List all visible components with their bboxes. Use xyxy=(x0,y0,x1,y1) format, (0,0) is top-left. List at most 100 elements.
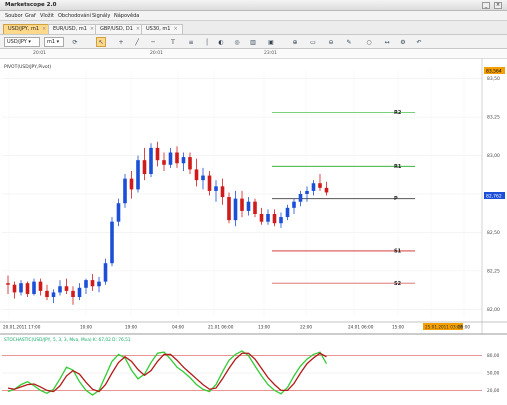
x-tick-label: 24.01 06:00 xyxy=(348,325,374,330)
chart-type-icon[interactable]: ▥ xyxy=(248,37,258,47)
pivot-label: R2 xyxy=(394,110,402,116)
x-tick-label: 22:00 xyxy=(300,325,312,330)
tab-eurusd[interactable]: EUR/USD, m1 × xyxy=(48,24,100,34)
y-tick-label: 83,50 xyxy=(487,76,500,82)
candle-body xyxy=(64,286,69,291)
timeframe-value: m1 xyxy=(47,39,56,45)
candle-body xyxy=(292,201,296,208)
candle-body xyxy=(116,203,121,222)
symbol-select[interactable]: USD/JPY ▾ xyxy=(4,37,40,47)
candle-body xyxy=(32,281,36,294)
tab-usdjpy[interactable]: USD/JPY, m1 × xyxy=(3,24,52,34)
x-tick-label: 21.01 06:00 xyxy=(208,325,234,330)
candle-body xyxy=(149,147,153,175)
oscillator-title: STOCHASTIC(USD/JPY, 5, 3, 3, Mva, Mva) K… xyxy=(4,337,131,343)
globe-icon[interactable]: ◎ xyxy=(232,37,242,47)
candle-body xyxy=(194,169,199,181)
arrows-icon[interactable]: ↔ xyxy=(382,37,392,47)
stoch-tick-label: 50,00 xyxy=(487,371,500,377)
x-tick-label: 13:00 xyxy=(258,325,270,330)
candle-body xyxy=(142,160,147,175)
zoom-in-icon[interactable]: ⊕ xyxy=(290,37,300,47)
x-tick-label: 04:00 xyxy=(172,325,184,330)
candle-body xyxy=(51,292,56,298)
hline-icon[interactable]: ─ xyxy=(148,37,158,47)
tab-gbpusd[interactable]: GBP/USD, D1 × xyxy=(95,24,146,34)
candle-body xyxy=(45,290,49,298)
tab-label: US30, m1 xyxy=(146,26,171,32)
tab-us30[interactable]: US30, m1 × xyxy=(141,24,183,34)
settings-icon[interactable]: ⚙ xyxy=(398,37,408,47)
x-tick-label: 19:00 xyxy=(125,325,137,330)
close-tab-icon[interactable]: × xyxy=(90,26,94,32)
zoom-out-icon[interactable]: ⊖ xyxy=(326,37,336,47)
tab-label: GBP/USD, D1 xyxy=(100,26,133,32)
menu-item-obchodovani[interactable]: Obchodování xyxy=(58,13,91,19)
pivot-label: S2 xyxy=(394,281,402,287)
trendline-icon[interactable]: ╱ xyxy=(132,37,142,47)
current-price-label: 82,762 xyxy=(486,194,502,200)
x-tick-label: 20.01.2011 17:00 xyxy=(3,325,41,330)
marketscope-window: Marketscope 2.0 _ × Soubor Graf Vložit O… xyxy=(0,0,507,405)
close-tab-icon[interactable]: × xyxy=(136,26,140,32)
candle-body xyxy=(285,207,290,218)
candle-body xyxy=(311,183,316,191)
candle-body xyxy=(188,157,192,170)
close-tab-icon[interactable]: × xyxy=(42,26,46,32)
candle-body xyxy=(305,190,309,194)
app-title: Marketscope 2.0 xyxy=(5,2,57,8)
candle-body xyxy=(201,175,205,181)
candle-body xyxy=(129,178,134,190)
candle-body xyxy=(77,287,82,298)
close-icon[interactable]: × xyxy=(494,2,502,9)
image-icon[interactable]: ▣ xyxy=(266,37,276,47)
candle-body xyxy=(19,283,23,293)
menu-item-soubor[interactable]: Soubor xyxy=(5,13,23,19)
x-tick-label: 10:00 xyxy=(80,325,92,330)
stoch-tick-label: 20,00 xyxy=(487,388,500,394)
vline-icon[interactable]: │ xyxy=(202,37,212,47)
menu-item-napoveda[interactable]: Nápověda xyxy=(114,13,139,19)
minimize-icon[interactable]: _ xyxy=(482,2,490,9)
candle-body xyxy=(155,147,160,161)
candle-body xyxy=(246,201,251,211)
candle-body xyxy=(38,281,43,291)
candle-body xyxy=(71,290,75,298)
refresh-icon[interactable]: ⟳ xyxy=(70,37,80,47)
candle-body xyxy=(12,284,17,293)
indicator-icon[interactable]: ▭ xyxy=(308,37,318,47)
menu-item-graf[interactable]: Graf xyxy=(25,13,36,19)
menu-item-vlozit[interactable]: Vložit xyxy=(40,13,54,19)
y-tick-label: 83,25 xyxy=(487,115,500,121)
time-ruler: 20:01 20:01 23:01 xyxy=(0,49,507,59)
cursor-icon[interactable]: ↖ xyxy=(96,37,106,47)
x-tick-label: 09:00 xyxy=(458,325,470,330)
timeframe-select[interactable]: m1 ▾ xyxy=(44,37,64,47)
crosshair-icon[interactable]: + xyxy=(116,37,126,47)
shape-icon[interactable]: ○ xyxy=(364,37,374,47)
y-tick-label: 82,25 xyxy=(487,268,500,274)
candle-body xyxy=(6,283,10,285)
candle-body xyxy=(181,157,186,164)
close-tab-icon[interactable]: × xyxy=(173,26,177,32)
candle-body xyxy=(240,198,244,211)
chart-tabs: USD/JPY, m1 × EUR/USD, m1 × GBP/USD, D1 × U… xyxy=(0,21,507,35)
candle-body xyxy=(279,217,283,224)
tab-label: USD/JPY, m1 xyxy=(8,26,40,32)
candle-body xyxy=(233,198,238,221)
menu-item-signaly[interactable]: Signály xyxy=(92,13,110,19)
candle-body xyxy=(220,186,225,198)
ruler-label: 20:01 xyxy=(150,51,163,56)
candle-body xyxy=(123,178,127,204)
candle-body xyxy=(272,213,277,224)
undo-icon[interactable]: ↶ xyxy=(414,37,424,47)
color-icon[interactable]: ◐ xyxy=(216,37,226,47)
pen-icon[interactable]: ✎ xyxy=(344,37,354,47)
price-chart[interactable]: PIVOT(USD/JPY,Pivot) R2 R1 P S1 S2 83,50 83,2… xyxy=(0,59,507,405)
candle-body xyxy=(168,152,173,165)
candle-body xyxy=(259,213,264,222)
indicator-title: PIVOT(USD/JPY,Pivot) xyxy=(4,64,51,70)
text-icon[interactable]: T xyxy=(168,37,178,47)
fib-icon[interactable]: ≡ xyxy=(186,37,196,47)
pivot-label: R1 xyxy=(394,164,402,170)
